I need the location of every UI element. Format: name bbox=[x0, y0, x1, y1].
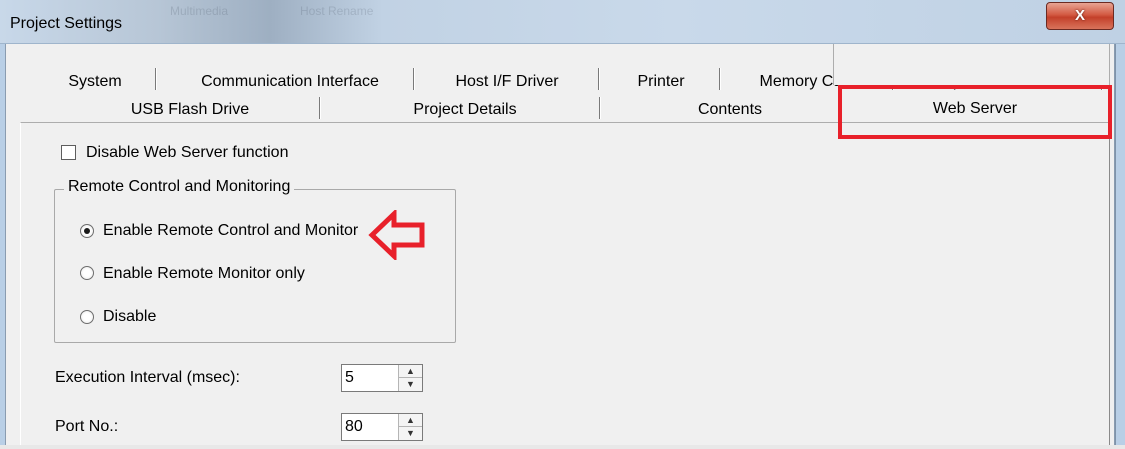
disable-web-server-checkbox[interactable] bbox=[61, 145, 76, 160]
execution-interval-stepper[interactable]: 5 ▲ ▼ bbox=[341, 364, 423, 392]
tab-host-if-driver[interactable]: Host I/F Driver bbox=[418, 70, 596, 94]
radio-disable-label: Disable bbox=[103, 308, 157, 325]
tab-separator bbox=[599, 97, 601, 119]
tab-separator bbox=[413, 68, 415, 90]
radio-disable[interactable] bbox=[80, 310, 94, 324]
tab-separator bbox=[598, 68, 600, 90]
port-label: Port No.: bbox=[55, 418, 119, 435]
radio-enable-remote-control-label: Enable Remote Control and Monitor bbox=[103, 222, 359, 239]
spin-down-icon[interactable]: ▼ bbox=[399, 427, 422, 440]
tab-printer[interactable]: Printer bbox=[620, 70, 702, 94]
tab-communication-interface[interactable]: Communication Interface bbox=[180, 70, 400, 94]
port-value[interactable]: 80 bbox=[345, 418, 363, 436]
window-title: Project Settings bbox=[10, 15, 123, 32]
project-settings-window: Multimedia Host Rename Project Settings … bbox=[0, 0, 1125, 449]
title-bar[interactable]: Multimedia Host Rename Project Settings … bbox=[0, 0, 1125, 44]
radio-enable-remote-control[interactable] bbox=[80, 224, 94, 238]
ghost-title-1: Multimedia bbox=[170, 4, 229, 18]
tab-separator bbox=[319, 97, 321, 119]
spin-up-icon[interactable]: ▲ bbox=[399, 414, 422, 427]
bottom-edge bbox=[0, 445, 1125, 449]
tab-project-details[interactable]: Project Details bbox=[365, 98, 565, 122]
window-right-edge bbox=[1115, 44, 1125, 449]
spin-down-icon[interactable]: ▼ bbox=[399, 378, 422, 391]
execution-interval-value[interactable]: 5 bbox=[345, 369, 354, 387]
radio-enable-remote-monitor[interactable] bbox=[80, 266, 94, 280]
execution-interval-label: Execution Interval (msec): bbox=[55, 369, 240, 386]
active-tab-shape bbox=[833, 44, 1110, 85]
disable-web-server-label: Disable Web Server function bbox=[86, 144, 289, 161]
stepper-buttons: ▲ ▼ bbox=[398, 414, 422, 440]
tab-system[interactable]: System bbox=[60, 70, 130, 94]
stepper-buttons: ▲ ▼ bbox=[398, 365, 422, 391]
annotation-highlight-box bbox=[838, 85, 1112, 139]
tab-contents[interactable]: Contents bbox=[630, 98, 830, 122]
tab-usb-flash-drive[interactable]: USB Flash Drive bbox=[90, 98, 290, 122]
radio-enable-remote-monitor-label: Enable Remote Monitor only bbox=[103, 265, 305, 282]
arrow-left-icon bbox=[368, 210, 425, 260]
ghost-title-2: Host Rename bbox=[300, 4, 374, 18]
remote-control-group-title: Remote Control and Monitoring bbox=[64, 178, 295, 196]
tab-separator bbox=[719, 68, 721, 90]
tab-separator bbox=[155, 68, 157, 90]
close-button[interactable]: X bbox=[1046, 2, 1114, 30]
spin-up-icon[interactable]: ▲ bbox=[399, 365, 422, 378]
port-stepper[interactable]: 80 ▲ ▼ bbox=[341, 413, 423, 441]
